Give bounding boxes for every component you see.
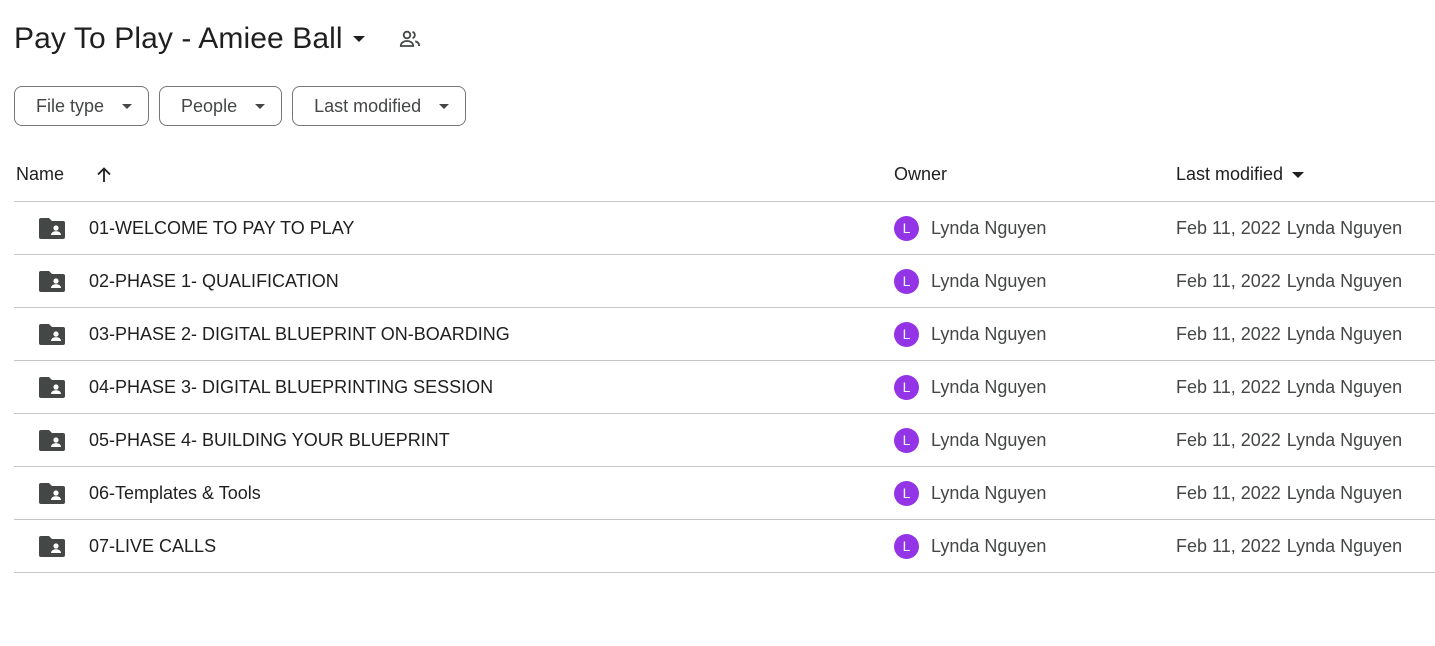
modified-by: Lynda Nguyen	[1286, 429, 1403, 450]
shared-folder-icon	[38, 361, 66, 413]
dropdown-caret-icon	[439, 103, 450, 109]
owner-name: Lynda Nguyen	[931, 270, 1047, 291]
dropdown-caret-icon	[255, 103, 266, 109]
folder-title-button[interactable]: Pay To Play - Amiee Ball	[14, 22, 365, 56]
shared-folder-icon	[38, 467, 66, 519]
page-title: Pay To Play - Amiee Ball	[14, 22, 343, 55]
modified-date: Feb 11, 2022	[1176, 217, 1281, 238]
shared-folder-icon	[38, 308, 66, 360]
owner-name: Lynda Nguyen	[931, 376, 1047, 397]
owner-column-header: Owner	[894, 164, 948, 184]
people-icon[interactable]	[397, 26, 423, 52]
avatar: L	[894, 427, 919, 453]
modified-by: Lynda Nguyen	[1286, 323, 1403, 344]
last-modified-cell: Feb 11, 2022 Lynda Nguyen	[1176, 308, 1402, 360]
modified-date: Feb 11, 2022	[1176, 323, 1281, 344]
owner-cell: L Lynda Nguyen	[894, 361, 1046, 413]
filter-label: People	[181, 95, 238, 116]
name-column-header[interactable]: Name	[16, 148, 64, 201]
owner-name: Lynda Nguyen	[931, 429, 1047, 450]
last-modified-header-label: Last modified	[1176, 164, 1284, 184]
last-modified-column-header[interactable]: Last modified	[1176, 148, 1305, 201]
modified-date: Feb 11, 2022	[1176, 376, 1281, 397]
filter-label: File type	[36, 95, 105, 116]
avatar: L	[894, 321, 919, 347]
file-name[interactable]: 05-PHASE 4- BUILDING YOUR BLUEPRINT	[89, 414, 450, 466]
table-row[interactable]: 07-LIVE CALLS L Lynda Nguyen Feb 11, 2022 Ly…	[14, 520, 1435, 573]
table-row[interactable]: 03-PHASE 2- DIGITAL BLUEPRINT ON-BOARDIN…	[14, 308, 1435, 361]
table-row[interactable]: 02-PHASE 1- QUALIFICATION L Lynda Nguyen Fe…	[14, 255, 1435, 308]
sort-arrow-up-icon[interactable]	[94, 148, 114, 201]
shared-folder-icon	[38, 520, 66, 572]
file-name[interactable]: 02-PHASE 1- QUALIFICATION	[89, 255, 339, 307]
modified-by: Lynda Nguyen	[1286, 535, 1403, 556]
last-modified-cell: Feb 11, 2022 Lynda Nguyen	[1176, 414, 1402, 466]
owner-cell: L Lynda Nguyen	[894, 414, 1046, 466]
last-modified-cell: Feb 11, 2022 Lynda Nguyen	[1176, 520, 1402, 572]
modified-date: Feb 11, 2022	[1176, 535, 1281, 556]
table-row[interactable]: 01-WELCOME TO PAY TO PLAY L Lynda Nguyen Fe…	[14, 202, 1435, 255]
owner-name: Lynda Nguyen	[931, 535, 1047, 556]
file-name[interactable]: 03-PHASE 2- DIGITAL BLUEPRINT ON-BOARDIN…	[89, 308, 510, 360]
file-name[interactable]: 06-Templates & Tools	[89, 467, 261, 519]
page-header: Pay To Play - Amiee Ball	[14, 18, 423, 60]
table-body: 01-WELCOME TO PAY TO PLAY L Lynda Nguyen Fe…	[14, 202, 1435, 573]
people-filter[interactable]: People	[159, 86, 283, 126]
file-list: Name Owner Last modified 01-WELCOME TO P…	[14, 148, 1435, 573]
owner-cell: L Lynda Nguyen	[894, 308, 1046, 360]
owner-cell: L Lynda Nguyen	[894, 520, 1046, 572]
modified-date: Feb 11, 2022	[1176, 482, 1281, 503]
last-modified-cell: Feb 11, 2022 Lynda Nguyen	[1176, 361, 1402, 413]
last-modified-cell: Feb 11, 2022 Lynda Nguyen	[1176, 202, 1402, 254]
shared-folder-icon	[38, 255, 66, 307]
file-type-filter[interactable]: File type	[14, 86, 150, 126]
shared-folder-icon	[38, 414, 66, 466]
avatar: L	[894, 268, 919, 294]
file-name[interactable]: 04-PHASE 3- DIGITAL BLUEPRINTING SESSION	[89, 361, 493, 413]
dropdown-caret-icon	[122, 103, 133, 109]
avatar: L	[894, 533, 919, 559]
owner-name: Lynda Nguyen	[931, 217, 1047, 238]
table-row[interactable]: 05-PHASE 4- BUILDING YOUR BLUEPRINT L Lynd…	[14, 414, 1435, 467]
table-row[interactable]: 06-Templates & Tools L Lynda Nguyen Feb 11,…	[14, 467, 1435, 520]
sort-caret-down-icon	[1292, 171, 1305, 178]
modified-by: Lynda Nguyen	[1286, 376, 1403, 397]
chevron-down-icon	[352, 36, 365, 42]
owner-name: Lynda Nguyen	[931, 482, 1047, 503]
shared-folder-icon	[38, 202, 66, 254]
modified-date: Feb 11, 2022	[1176, 429, 1281, 450]
owner-cell: L Lynda Nguyen	[894, 467, 1046, 519]
modified-by: Lynda Nguyen	[1286, 482, 1403, 503]
avatar: L	[894, 374, 919, 400]
file-name[interactable]: 07-LIVE CALLS	[89, 520, 216, 572]
last-modified-cell: Feb 11, 2022 Lynda Nguyen	[1176, 467, 1402, 519]
table-row[interactable]: 04-PHASE 3- DIGITAL BLUEPRINTING SESSION…	[14, 361, 1435, 414]
avatar: L	[894, 215, 919, 241]
last-modified-filter[interactable]: Last modified	[292, 86, 467, 126]
filter-label: Last modified	[314, 95, 422, 116]
modified-date: Feb 11, 2022	[1176, 270, 1281, 291]
owner-name: Lynda Nguyen	[931, 323, 1047, 344]
avatar: L	[894, 480, 919, 506]
owner-cell: L Lynda Nguyen	[894, 202, 1046, 254]
modified-by: Lynda Nguyen	[1286, 217, 1403, 238]
last-modified-cell: Feb 11, 2022 Lynda Nguyen	[1176, 255, 1402, 307]
table-header: Name Owner Last modified	[14, 148, 1435, 202]
file-name[interactable]: 01-WELCOME TO PAY TO PLAY	[89, 202, 354, 254]
owner-cell: L Lynda Nguyen	[894, 255, 1046, 307]
filter-bar: File type People Last modified	[14, 86, 467, 126]
modified-by: Lynda Nguyen	[1286, 270, 1403, 291]
